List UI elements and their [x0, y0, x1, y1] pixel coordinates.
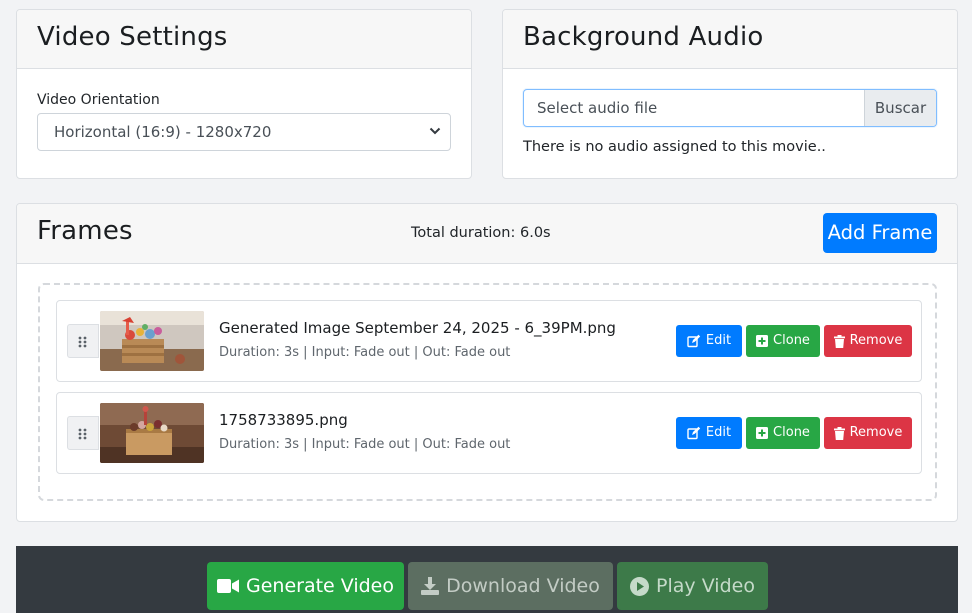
drag-handle[interactable] — [67, 416, 99, 450]
add-frame-button[interactable]: Add Frame — [823, 213, 937, 253]
download-video-button[interactable]: Download Video — [408, 562, 613, 610]
video-settings-title: Video Settings — [37, 22, 228, 52]
orientation-label: Video Orientation — [37, 92, 160, 108]
audio-file-placeholder: Select audio file — [537, 99, 658, 117]
edit-button[interactable]: Edit — [676, 325, 742, 357]
audio-browse-button[interactable]: Buscar — [864, 90, 936, 126]
frame-name: 1758733895.png — [219, 411, 348, 429]
video-camera-icon — [216, 579, 239, 593]
audio-file-input[interactable]: Select audio file Buscar — [523, 89, 937, 127]
clone-button[interactable]: Clone — [746, 325, 820, 357]
frames-list: Generated Image September 24, 2025 - 6_3… — [38, 283, 937, 501]
chevron-down-icon — [429, 127, 441, 135]
generate-video-button[interactable]: Generate Video — [207, 562, 404, 610]
edit-icon — [687, 334, 701, 348]
frames-header: Frames Total duration: 6.0s Add Frame — [17, 204, 957, 264]
clone-button[interactable]: Clone — [746, 417, 820, 449]
frame-thumbnail — [100, 403, 204, 463]
edit-label: Edit — [705, 333, 732, 348]
frame-name: Generated Image September 24, 2025 - 6_3… — [219, 319, 616, 337]
play-video-button[interactable]: Play Video — [617, 562, 768, 610]
edit-button[interactable]: Edit — [676, 417, 742, 449]
frame-item[interactable]: Generated Image September 24, 2025 - 6_3… — [56, 300, 922, 382]
remove-label: Remove — [849, 333, 903, 348]
generate-video-label: Generate Video — [245, 575, 394, 597]
background-audio-card: Background Audio Select audio file Busca… — [502, 9, 958, 179]
frame-thumbnail — [100, 311, 204, 371]
download-icon — [421, 577, 440, 595]
background-audio-title: Background Audio — [523, 22, 764, 52]
action-bar: Generate Video Download Video Play Video — [16, 546, 958, 613]
frame-meta: Duration: 3s | Input: Fade out | Out: Fa… — [219, 345, 511, 360]
edit-label: Edit — [705, 425, 732, 440]
video-settings-card: Video Settings Video Orientation Horizon… — [16, 9, 472, 179]
plus-square-icon — [756, 335, 769, 347]
total-duration: Total duration: 6.0s — [411, 225, 551, 241]
play-video-label: Play Video — [656, 575, 755, 597]
orientation-selected-value: Horizontal (16:9) - 1280x720 — [54, 123, 272, 141]
audio-status-text: There is no audio assigned to this movie… — [523, 139, 826, 155]
frames-card: Frames Total duration: 6.0s Add Frame Ge… — [16, 203, 958, 522]
remove-button[interactable]: Remove — [824, 417, 912, 449]
drag-handle[interactable] — [67, 324, 99, 358]
trash-icon — [833, 426, 845, 440]
frames-title: Frames — [37, 216, 133, 246]
play-circle-icon — [630, 576, 650, 596]
background-audio-header: Background Audio — [503, 10, 957, 69]
plus-square-icon — [756, 427, 769, 439]
remove-label: Remove — [849, 425, 903, 440]
clone-label: Clone — [773, 333, 810, 348]
grip-icon — [78, 428, 87, 440]
frame-meta: Duration: 3s | Input: Fade out | Out: Fa… — [219, 437, 511, 452]
orientation-select[interactable]: Horizontal (16:9) - 1280x720 — [37, 113, 451, 151]
edit-icon — [687, 426, 701, 440]
remove-button[interactable]: Remove — [824, 325, 912, 357]
grip-icon — [78, 336, 87, 348]
clone-label: Clone — [773, 425, 810, 440]
download-video-label: Download Video — [446, 575, 600, 597]
video-settings-header: Video Settings — [17, 10, 471, 69]
frame-item[interactable]: 1758733895.png Duration: 3s | Input: Fad… — [56, 392, 922, 474]
trash-icon — [833, 334, 845, 348]
